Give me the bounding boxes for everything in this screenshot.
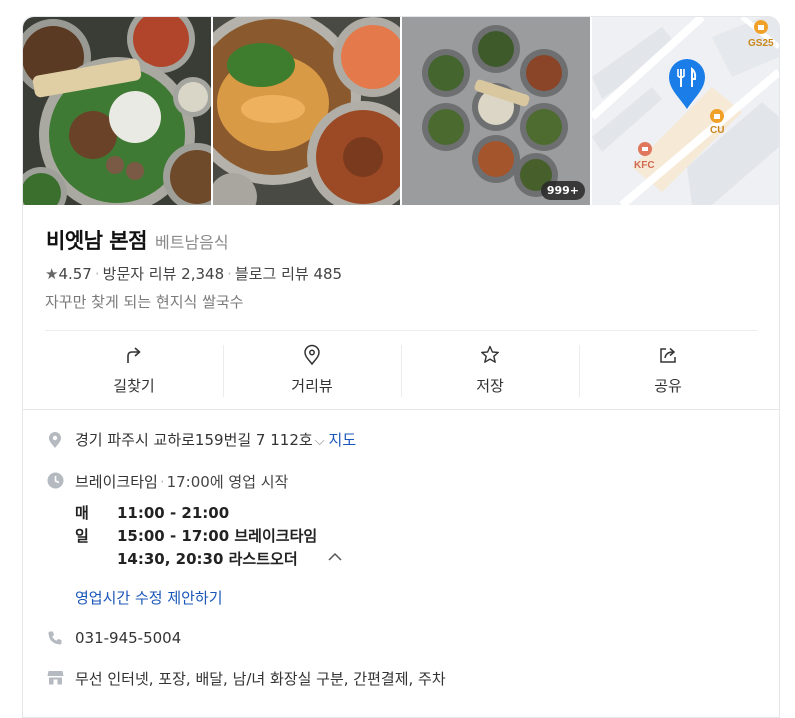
business-status-row[interactable]: 브레이크타임 · 17:00에 영업 시작 (75, 471, 288, 492)
photo-count-badge[interactable]: 999+ (540, 181, 585, 200)
share-label: 공유 (654, 377, 682, 395)
place-card: 999+ GS25 CU KFC 비엣남 본점 베트남음식 ★4.57 · 방문… (22, 16, 780, 718)
fast-food-icon (638, 142, 652, 156)
directions-label: 길찾기 (113, 377, 155, 395)
address-row: 경기 파주시 교하로159번길 7 112호 ⌵ 지도 (75, 429, 356, 450)
divider (23, 409, 779, 410)
phone-icon (48, 631, 62, 645)
suggest-hours-edit-link[interactable]: 영업시간 수정 제안하기 (75, 587, 223, 608)
mini-map[interactable]: GS25 CU KFC (592, 17, 779, 205)
save-label: 저장 (476, 377, 504, 395)
photo-bowl-spread[interactable] (23, 17, 211, 205)
directions-button[interactable]: 길찾기 (45, 331, 223, 409)
share-icon (660, 347, 676, 363)
place-name[interactable]: 비엣남 본점 (46, 229, 147, 253)
chevron-down-icon[interactable]: ⌵ (315, 434, 325, 449)
map-link[interactable]: 지도 (329, 431, 357, 449)
place-stats: ★4.57 · 방문자 리뷰 2,348 · 블로그 리뷰 485 (45, 263, 342, 284)
business-status: 브레이크타임 (75, 473, 158, 491)
hours-line-open: 11:00 - 21:00 (117, 504, 230, 522)
separator-dot: · (94, 265, 100, 283)
amenities-list: 무선 인터넷, 포장, 배달, 남/녀 화장실 구분, 간편결제, 주차 (75, 670, 446, 688)
star-outline-icon (481, 345, 499, 363)
place-title-row: 비엣남 본점 베트남음식 (46, 225, 229, 255)
street-view-label: 거리뷰 (291, 377, 333, 395)
save-button[interactable]: 저장 (401, 331, 579, 409)
chevron-up-icon[interactable] (327, 550, 343, 562)
place-description: 자꾸만 찾게 되는 현지식 쌀국수 (45, 293, 244, 311)
separator-dot: · (227, 265, 232, 283)
store-icon (47, 671, 64, 685)
location-pin-icon (49, 432, 61, 448)
address-text[interactable]: 경기 파주시 교하로159번길 7 112호 (75, 431, 313, 449)
clock-icon (47, 472, 64, 489)
separator-dot: · (159, 473, 165, 491)
map-label-kfc: KFC (634, 160, 655, 171)
convenience-store-icon (754, 20, 768, 34)
convenience-store-icon (710, 109, 724, 123)
blog-reviews-link[interactable]: 블로그 리뷰 485 (235, 265, 342, 283)
map-label-gs25: GS25 (748, 38, 774, 49)
hours-lines: 11:00 - 21:00 15:00 - 17:00 브레이크타임 14:30… (117, 502, 317, 571)
photo-overhead-bowls[interactable]: 999+ (402, 17, 590, 205)
directions-icon (127, 347, 141, 363)
map-label-cu: CU (710, 125, 725, 136)
photo-gallery: 999+ GS25 CU KFC (23, 17, 779, 205)
visitor-reviews-link[interactable]: 방문자 리뷰 2,348 (103, 265, 224, 283)
location-pin-icon (304, 344, 320, 366)
hours-line-last-order: 14:30, 20:30 라스트오더 (117, 550, 298, 568)
restaurant-pin-icon[interactable] (667, 59, 707, 111)
rating-value: 4.57 (58, 265, 92, 283)
street-view-button[interactable]: 거리뷰 (223, 331, 401, 409)
share-button[interactable]: 공유 (579, 331, 757, 409)
phone-number[interactable]: 031-945-5004 (75, 629, 181, 647)
hours-line-break: 15:00 - 17:00 브레이크타임 (117, 527, 318, 545)
place-category: 베트남음식 (155, 233, 229, 252)
action-bar: 길찾기 거리뷰 저장 공유 (45, 331, 757, 409)
hours-day: 매일 (75, 504, 89, 545)
rating-star-icon: ★ (45, 265, 59, 283)
photo-fried-dish[interactable] (213, 17, 400, 205)
business-status-detail: 17:00에 영업 시작 (166, 473, 289, 491)
